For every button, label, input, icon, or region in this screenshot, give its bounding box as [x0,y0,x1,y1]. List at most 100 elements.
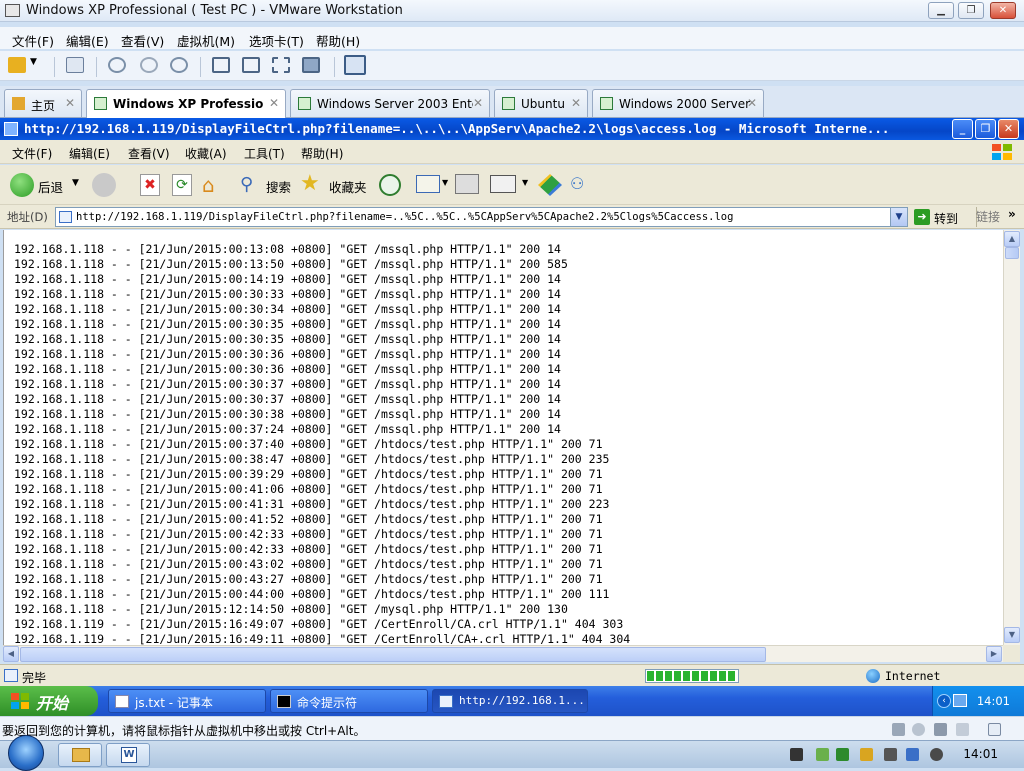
minimize-button[interactable]: ▁ [928,2,954,19]
tab-label: Windows 2000 Server [619,97,751,111]
print-icon[interactable] [455,174,479,194]
host-tray-icon[interactable] [906,748,919,761]
mail-icon[interactable] [416,175,440,193]
hard-disk-icon[interactable] [892,723,905,736]
message-log-icon[interactable] [988,723,1001,736]
chevron-left-icon[interactable]: ‹ [937,694,951,708]
home-icon[interactable]: ⌂ [202,173,226,197]
back-button[interactable]: 后退 ▼ [8,171,86,199]
menu-tabs[interactable]: 选项卡(T) [249,31,304,50]
close-button[interactable]: ✕ [990,2,1016,19]
network-adapter-icon[interactable] [934,723,947,736]
host-tray-icon[interactable] [790,748,803,761]
ie-minimize-button[interactable]: _ [952,119,973,139]
ie-menu-tools[interactable]: 工具(T) [244,145,285,162]
sound-card-icon[interactable] [956,723,969,736]
edit-icon[interactable] [490,175,516,193]
full-screen-icon[interactable] [272,57,290,73]
close-tab-icon[interactable]: ✕ [747,96,757,110]
scroll-down-icon[interactable]: ▼ [1004,627,1020,643]
tab-windows-server-2003[interactable]: Windows Server 2003 Enterpr... ✕ [290,89,490,117]
scroll-right-icon[interactable]: ▶ [986,646,1002,662]
menu-file[interactable]: 文件(F) [12,31,54,50]
favorites-star-icon[interactable]: ★ [300,171,320,196]
tab-windows-xp[interactable]: Windows XP Professional... ✕ [86,89,286,119]
menu-edit[interactable]: 编辑(E) [66,31,109,50]
tab-home[interactable]: 主页 ✕ [4,89,82,117]
volume-icon[interactable] [930,748,943,761]
access-log-text: 192.168.1.118 - - [21/Jun/2015:00:13:08 … [14,242,630,645]
network-tray-icon[interactable] [953,694,967,707]
vertical-scroll-thumb[interactable] [1005,247,1019,259]
task-command-prompt[interactable]: 命令提示符 [270,689,428,713]
go-button[interactable]: ➜ 转到 [912,207,966,227]
menu-help[interactable]: 帮助(H) [316,31,360,50]
ie-menu-file[interactable]: 文件(F) [12,145,52,162]
favorites-label[interactable]: 收藏夹 [329,177,367,196]
chevron-down-icon[interactable]: ▼ [72,178,79,188]
forward-arrow-icon[interactable] [92,173,116,197]
host-start-orb-icon[interactable] [8,735,44,771]
address-input[interactable]: http://192.168.1.119/DisplayFileCtrl.php… [55,207,908,227]
horizontal-scrollbar[interactable]: ◀ ▶ [3,645,1003,662]
host-tray-icon[interactable] [816,748,829,761]
ie-menu-edit[interactable]: 编辑(E) [69,145,110,162]
menu-vm[interactable]: 虚拟机(M) [177,31,235,50]
tab-windows-2000-server[interactable]: Windows 2000 Server ✕ [592,89,764,117]
usb-icon[interactable] [884,748,897,761]
log-line: 192.168.1.118 - - [21/Jun/2015:00:39:29 … [14,467,603,481]
host-task-word[interactable]: W [106,743,150,767]
search-label[interactable]: 搜索 [266,177,291,196]
search-icon[interactable]: ⚲ [240,173,262,197]
chevron-right-icon[interactable]: » [1008,207,1016,221]
close-tab-icon[interactable]: ✕ [473,96,483,110]
stop-icon[interactable]: ✖ [140,174,160,196]
host-task-explorer[interactable] [58,743,102,767]
close-tab-icon[interactable]: ✕ [65,96,75,110]
close-tab-icon[interactable]: ✕ [269,96,279,110]
links-label[interactable]: 链接 [976,208,1000,225]
messenger-icon[interactable] [538,174,562,196]
chevron-down-icon[interactable]: ▼ [30,57,40,73]
show-sidebar-icon[interactable] [212,57,230,73]
console-view-icon[interactable] [344,55,366,75]
scroll-corner [1003,645,1020,662]
refresh-icon[interactable]: ⟳ [172,174,192,196]
scroll-left-icon[interactable]: ◀ [3,646,19,662]
chevron-down-icon[interactable]: ▼ [522,178,528,187]
shield-icon[interactable] [836,748,849,761]
ie-title-bar[interactable]: http://192.168.1.119/DisplayFileCtrl.php… [0,118,1024,140]
task-internet-explorer[interactable]: http://192.168.1... [432,689,588,713]
address-dropdown-icon[interactable]: ▼ [890,208,907,226]
show-thumbnail-icon[interactable] [242,57,260,73]
pause-icon[interactable] [8,57,26,73]
start-button[interactable]: 开始 [0,686,98,716]
ie-menu-favorites[interactable]: 收藏(A) [185,145,227,162]
snapshot-manager-icon[interactable] [170,57,188,73]
address-value[interactable]: http://192.168.1.119/DisplayFileCtrl.php… [76,211,733,223]
vertical-scrollbar[interactable]: ▲ ▼ [1003,230,1020,645]
chevron-down-icon[interactable]: ▼ [442,178,448,187]
maximize-button[interactable]: ❐ [958,2,984,19]
ie-close-button[interactable]: ✕ [998,119,1019,139]
scroll-up-icon[interactable]: ▲ [1004,231,1020,247]
cd-drive-icon[interactable] [912,723,925,736]
task-notepad[interactable]: js.txt - 记事本 [108,689,266,713]
close-tab-icon[interactable]: ✕ [571,96,581,110]
snapshot-icon[interactable] [108,57,126,73]
horizontal-scroll-thumb[interactable] [20,647,766,662]
network-icon[interactable] [66,57,84,73]
tab-ubuntu[interactable]: Ubuntu ✕ [494,89,588,117]
users-icon[interactable]: ⚇ [570,174,594,196]
menu-view[interactable]: 查看(V) [121,31,164,50]
vmware-title-bar[interactable]: Windows XP Professional ( Test PC ) - VM… [0,0,1024,22]
ie-restore-button[interactable]: ❐ [975,119,996,139]
ie-menu-help[interactable]: 帮助(H) [301,145,343,162]
revert-snapshot-icon[interactable] [140,57,158,73]
ie-menu-view[interactable]: 查看(V) [128,145,170,162]
unity-icon[interactable] [302,57,320,73]
task-label: 命令提示符 [297,696,358,710]
host-tray-icon[interactable] [860,748,873,761]
task-label: js.txt - 记事本 [135,696,213,710]
history-icon[interactable] [379,174,401,196]
